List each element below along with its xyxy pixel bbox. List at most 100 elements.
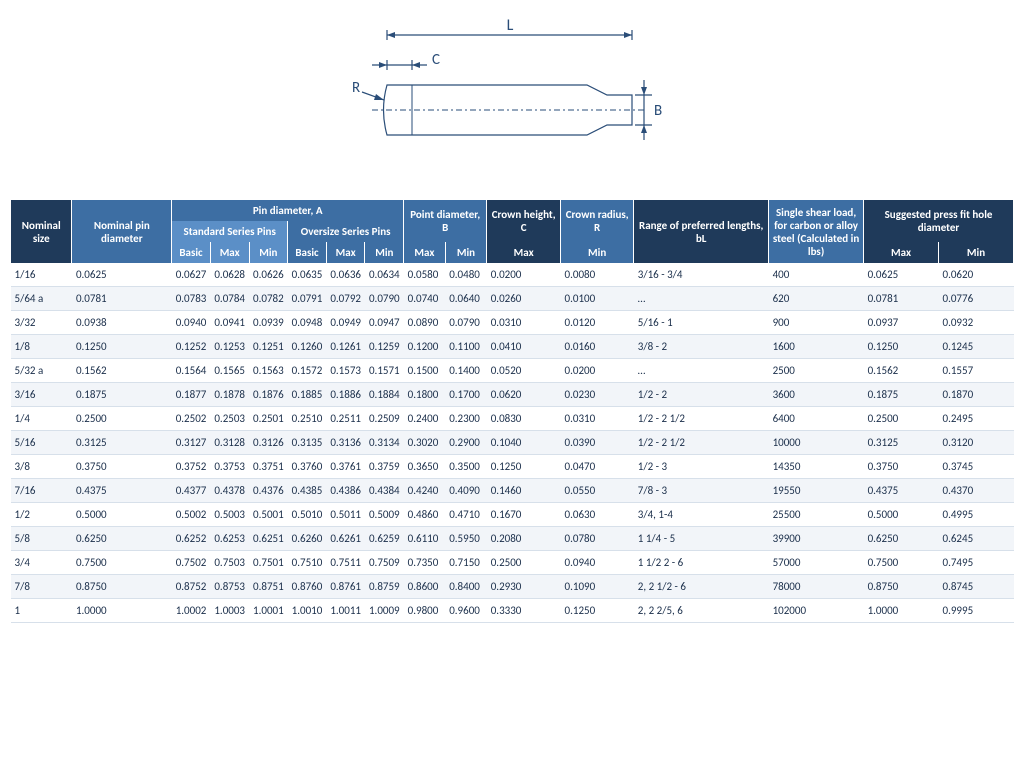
cell-len: 3/8 - 2 [634,335,769,359]
cell-pmax: 0.3650 [404,455,446,479]
hdr-radius-min: Min [561,242,634,263]
hdr-hole-min: Min [939,242,1014,263]
cell-smax: 0.7503 [210,551,249,575]
cell-npd: 0.2500 [72,407,172,431]
cell-len: 1 1/2 2 - 6 [634,551,769,575]
cell-omax: 0.5011 [326,503,365,527]
table-row: 3/80.37500.37520.37530.37510.37600.37610… [11,455,1014,479]
cell-size: 3/32 [11,311,72,335]
cell-shear: 10000 [769,431,864,455]
cell-size: 1/8 [11,335,72,359]
cell-pmax: 0.1800 [404,383,446,407]
cell-pmax: 0.0740 [404,287,446,311]
cell-shear: 19550 [769,479,864,503]
cell-hmin: 0.4370 [939,479,1014,503]
dim-C-label: C [432,51,440,69]
cell-rmin: 0.0230 [561,383,634,407]
table-row: 5/160.31250.31270.31280.31260.31350.3136… [11,431,1014,455]
cell-pmax: 0.0890 [404,311,446,335]
cell-omin: 0.1571 [365,359,404,383]
table-row: 3/320.09380.09400.09410.09390.09480.0949… [11,311,1014,335]
cell-smin: 0.3751 [249,455,288,479]
cell-omax: 0.0636 [326,263,365,287]
cell-cmax: 0.3330 [487,599,561,623]
cell-shear: 14350 [769,455,864,479]
cell-size: 5/16 [11,431,72,455]
hdr-shear-load: Single shear load, for carbon or alloy s… [769,200,864,263]
cell-smax: 0.8753 [210,575,249,599]
cell-smax: 0.0941 [210,311,249,335]
cell-len: 1/2 - 2 1/2 [634,407,769,431]
pin-diagram: L C R B [0,0,1024,200]
cell-sb: 0.7502 [172,551,211,575]
cell-pmax: 0.7350 [404,551,446,575]
cell-smax: 1.0003 [210,599,249,623]
cell-omin: 0.5009 [365,503,404,527]
hdr-nominal-size: Nominal size [11,200,72,263]
cell-len: 3/16 - 3/4 [634,263,769,287]
cell-smin: 0.2501 [249,407,288,431]
cell-hmax: 0.3750 [864,455,939,479]
cell-len: 1/2 - 2 [634,383,769,407]
cell-omax: 0.6261 [326,527,365,551]
cell-ob: 0.0791 [288,287,327,311]
cell-npd: 0.3125 [72,431,172,455]
cell-smax: 0.5003 [210,503,249,527]
cell-len: 7/8 - 3 [634,479,769,503]
cell-npd: 0.0781 [72,287,172,311]
cell-rmin: 0.0940 [561,551,634,575]
cell-shear: 6400 [769,407,864,431]
cell-shear: 1600 [769,335,864,359]
cell-ob: 0.7510 [288,551,327,575]
cell-sb: 0.0940 [172,311,211,335]
cell-len: … [634,287,769,311]
hdr-std-basic: Basic [172,242,211,263]
hdr-standard-series: Standard Series Pins [172,221,288,242]
cell-ob: 0.5010 [288,503,327,527]
cell-smin: 0.0782 [249,287,288,311]
cell-npd: 0.5000 [72,503,172,527]
pin-spec-table: Nominal size Nominal pin diameter Pin di… [10,200,1014,623]
hdr-press-fit: Suggested press fit hole diameter [864,200,1014,242]
cell-ob: 0.8760 [288,575,327,599]
cell-npd: 0.6250 [72,527,172,551]
cell-sb: 1.0002 [172,599,211,623]
hdr-point-diameter-b: Point diameter, B [404,200,487,242]
spec-table-body: 1/160.06250.06270.06280.06260.06350.0636… [11,263,1014,623]
cell-smin: 0.1876 [249,383,288,407]
cell-omax: 0.1886 [326,383,365,407]
dim-B-label: B [654,102,662,120]
cell-npd: 0.3750 [72,455,172,479]
cell-rmin: 0.0780 [561,527,634,551]
cell-rmin: 0.0310 [561,407,634,431]
cell-shear: 900 [769,311,864,335]
cell-hmax: 1.0000 [864,599,939,623]
cell-size: 3/8 [11,455,72,479]
cell-smax: 0.0628 [210,263,249,287]
cell-cmax: 0.0830 [487,407,561,431]
cell-shear: 78000 [769,575,864,599]
cell-rmin: 0.1250 [561,599,634,623]
cell-pmin: 0.1400 [445,359,487,383]
table-row: 5/64 a0.07810.07830.07840.07820.07910.07… [11,287,1014,311]
cell-pmax: 0.1200 [404,335,446,359]
cell-npd: 0.4375 [72,479,172,503]
cell-smin: 0.5001 [249,503,288,527]
cell-pmax: 0.8600 [404,575,446,599]
cell-omin: 0.8759 [365,575,404,599]
cell-ob: 0.1885 [288,383,327,407]
cell-pmax: 0.6110 [404,527,446,551]
cell-shear: 3600 [769,383,864,407]
cell-omax: 0.1573 [326,359,365,383]
cell-hmin: 0.2495 [939,407,1014,431]
cell-shear: 39900 [769,527,864,551]
cell-omin: 0.4384 [365,479,404,503]
cell-smin: 0.0939 [249,311,288,335]
cell-hmin: 0.9995 [939,599,1014,623]
cell-hmin: 0.6245 [939,527,1014,551]
cell-hmax: 0.1562 [864,359,939,383]
cell-hmax: 0.5000 [864,503,939,527]
hdr-ovr-max: Max [326,242,365,263]
cell-omax: 0.1261 [326,335,365,359]
table-row: 3/40.75000.75020.75030.75010.75100.75110… [11,551,1014,575]
